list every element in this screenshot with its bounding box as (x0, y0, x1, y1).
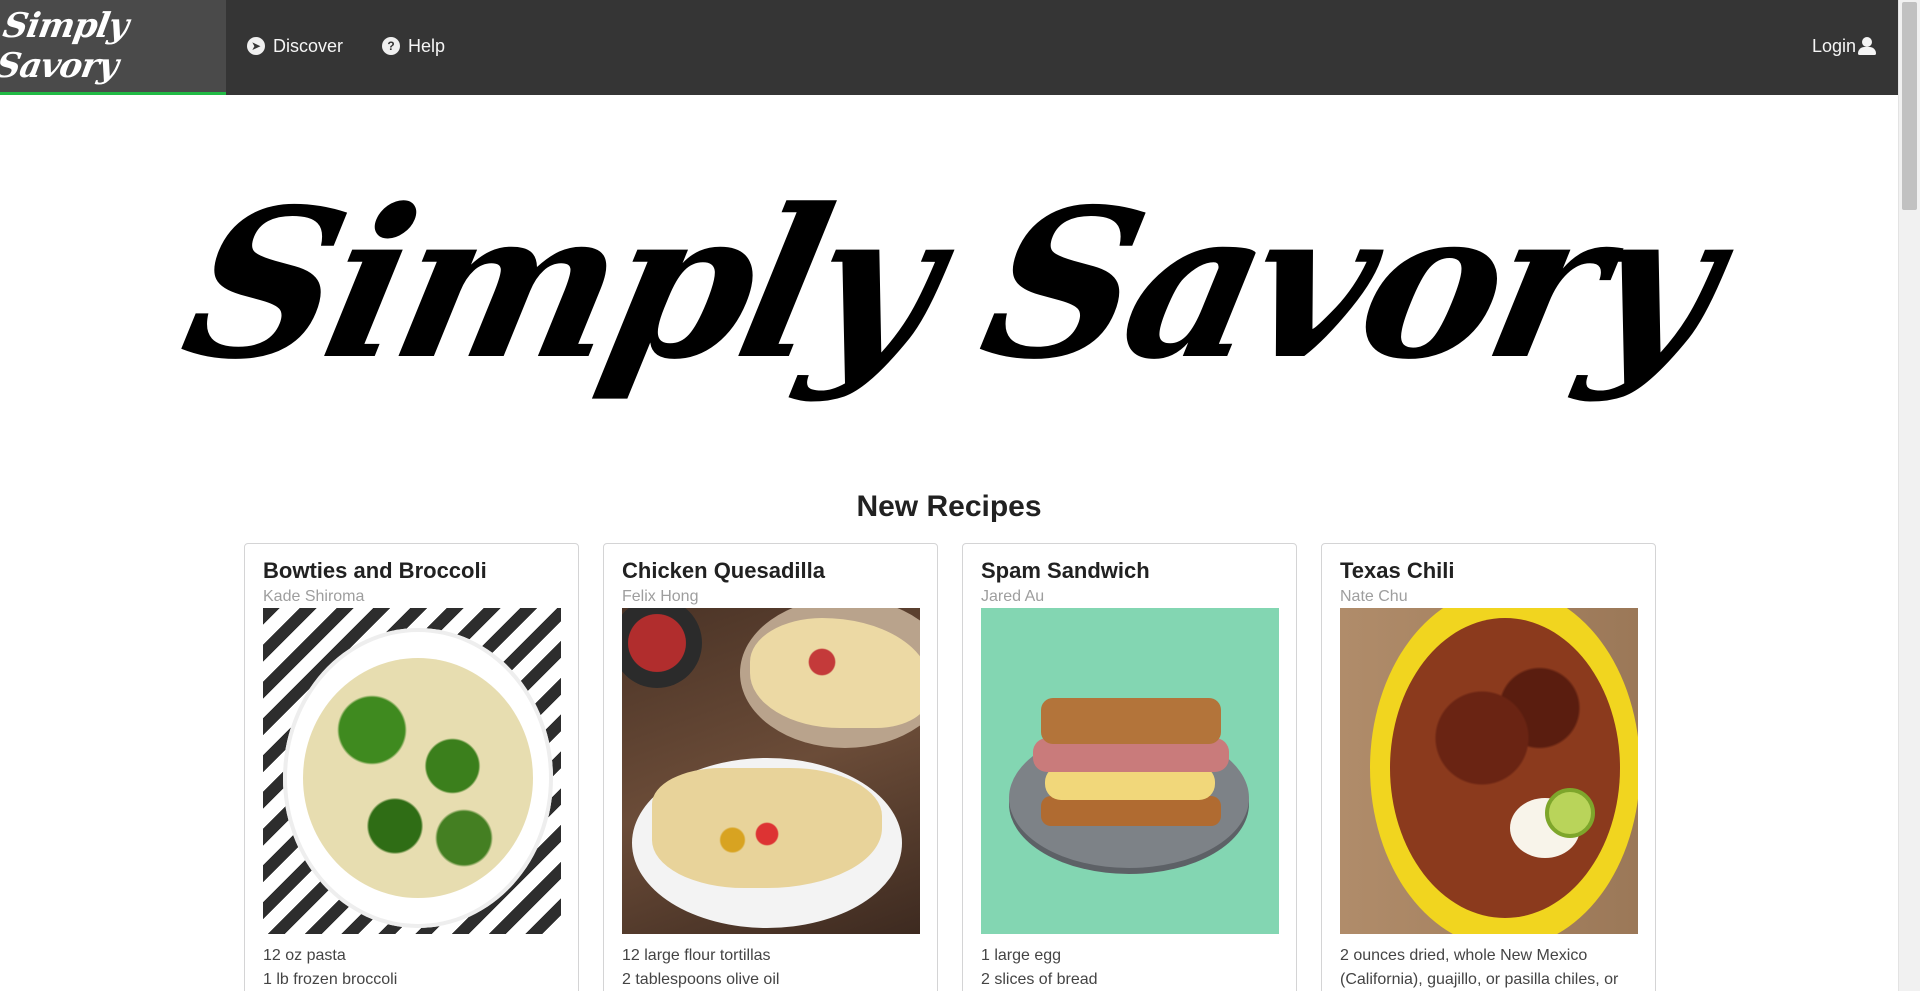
recipe-image (981, 608, 1279, 935)
recipe-card[interactable]: Spam Sandwich Jared Au 1 large egg 2 sli… (962, 543, 1297, 991)
ingredient-item: (California), guajillo, or pasilla chile… (1340, 971, 1619, 989)
recipe-author: Kade Shiroma (263, 588, 365, 606)
nav-item-discover-label: Discover (273, 35, 344, 56)
ingredient-item: 1 large egg (981, 947, 1062, 965)
login-label: Login (1811, 35, 1856, 56)
recipe-title: Chicken Quesadilla (622, 558, 825, 583)
recipe-ingredients: 1 large egg 2 slices of bread (981, 944, 1278, 991)
recipe-image (1340, 608, 1638, 935)
question-circle-icon: ? (382, 37, 400, 55)
user-icon (1858, 37, 1876, 55)
recipe-title: Texas Chili (1340, 558, 1455, 583)
recipe-title: Bowties and Broccoli (263, 558, 487, 583)
scrollbar-thumb[interactable] (1902, 2, 1917, 210)
compass-icon: ➤ (247, 37, 265, 55)
nav-item-discover[interactable]: ➤ Discover (247, 0, 343, 92)
brand-logo-text: Simply Savory (0, 6, 131, 86)
section-title-new-recipes: New Recipes (856, 490, 1042, 523)
nav-item-help-label: Help (408, 35, 446, 56)
recipe-image (263, 608, 561, 935)
recipe-card[interactable]: Texas Chili Nate Chu 2 ounces dried, who… (1321, 543, 1656, 991)
ingredient-item: 12 large flour tortillas (622, 947, 771, 965)
recipe-ingredients: 2 ounces dried, whole New Mexico (Califo… (1340, 944, 1637, 991)
recipe-card-list: Bowties and Broccoli Kade Shiroma 12 oz … (244, 543, 1656, 991)
ingredient-item: 2 slices of bread (981, 971, 1098, 989)
recipe-ingredients: 12 oz pasta 1 lb frozen broccoli (263, 944, 560, 991)
ingredient-item: 12 oz pasta (263, 947, 346, 965)
recipe-card[interactable]: Chicken Quesadilla Felix Hong 12 large f… (603, 543, 938, 991)
brand-logo-link[interactable]: Simply Savory (0, 0, 226, 95)
recipe-title: Spam Sandwich (981, 558, 1150, 583)
login-button[interactable]: Login (1812, 0, 1876, 92)
recipe-image (622, 608, 920, 935)
page-scrollbar[interactable] (1898, 0, 1920, 991)
nav-item-help[interactable]: ? Help (382, 0, 445, 92)
hero-banner: Simply Savory (0, 95, 1898, 475)
recipe-author: Felix Hong (622, 588, 699, 606)
ingredient-item: 1 lb frozen broccoli (263, 971, 398, 989)
recipe-author: Nate Chu (1340, 588, 1408, 606)
hero-logo: Simply Savory (166, 164, 1732, 405)
recipe-ingredients: 12 large flour tortillas 2 tablespoons o… (622, 944, 919, 991)
ingredient-item: 2 tablespoons olive oil (622, 971, 780, 989)
ingredient-item: 2 ounces dried, whole New Mexico (1340, 947, 1588, 965)
recipe-author: Jared Au (981, 588, 1045, 606)
recipe-card[interactable]: Bowties and Broccoli Kade Shiroma 12 oz … (244, 543, 579, 991)
top-navbar: Simply Savory ➤ Discover ? Help Login (0, 0, 1898, 95)
